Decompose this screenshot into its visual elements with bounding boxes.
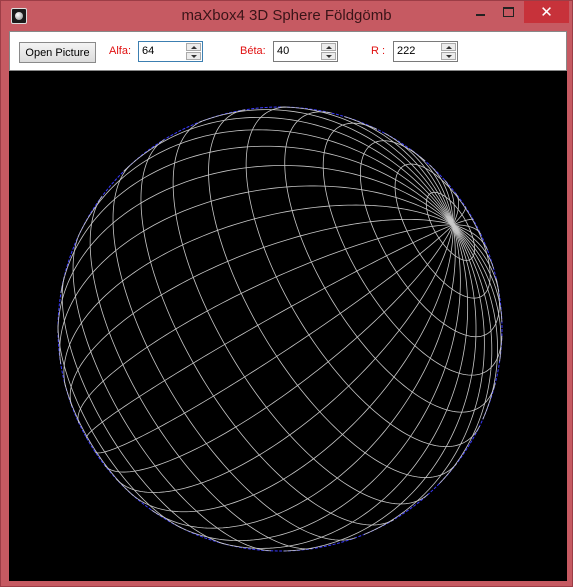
parallel-line (172, 120, 429, 505)
parallel-line (245, 106, 480, 448)
parallel-line (89, 196, 313, 550)
alfa-label: Alfa: (109, 45, 132, 57)
parallel-line (57, 324, 182, 528)
alfa-up-arrow-icon[interactable] (186, 43, 201, 51)
parallel-line (359, 140, 500, 338)
close-icon: ✕ (540, 4, 553, 21)
sphere-wireframe-grid (57, 106, 503, 552)
meridian-line (151, 224, 456, 529)
beta-up-arrow-icon[interactable] (321, 43, 336, 51)
parallel-line (140, 139, 394, 526)
meridian-line (116, 224, 454, 493)
beta-label: Béta: (240, 45, 266, 57)
beta-down-arrow-icon[interactable] (321, 52, 336, 60)
alfa-spinner-arrows (186, 43, 201, 60)
toolbar-panel: Open Picture Alfa: 64 Béta: 40 R : 222 (9, 31, 567, 71)
title-bar[interactable]: maXbox4 3D Sphere Földgömb ✕ (1, 1, 572, 31)
r-label: R : (371, 45, 386, 57)
app-window: maXbox4 3D Sphere Földgömb ✕ Open Pictur… (0, 0, 573, 587)
meridian-line (199, 109, 454, 225)
beta-spinner[interactable]: 40 (273, 41, 338, 62)
close-button[interactable]: ✕ (524, 1, 569, 23)
alfa-down-arrow-icon[interactable] (186, 52, 201, 60)
alfa-value[interactable]: 64 (142, 45, 154, 57)
maximize-button[interactable] (495, 1, 522, 23)
r-up-arrow-icon[interactable] (441, 43, 456, 51)
r-value[interactable]: 222 (397, 45, 415, 57)
r-spinner[interactable]: 222 (393, 41, 458, 62)
r-spinner-arrows (441, 43, 456, 60)
meridian-line (132, 224, 454, 513)
meridian-line (219, 224, 469, 549)
meridian-line (363, 224, 485, 535)
meridian-line (94, 224, 454, 454)
minimize-button[interactable] (467, 1, 494, 23)
maximize-icon (503, 7, 514, 17)
r-down-arrow-icon[interactable] (441, 52, 456, 60)
beta-value[interactable]: 40 (277, 45, 289, 57)
beta-spinner-arrows (321, 43, 336, 60)
sphere-canvas (9, 71, 567, 581)
alfa-spinner[interactable]: 64 (138, 41, 203, 62)
meridian-line (77, 224, 454, 423)
parallel-line (394, 163, 491, 299)
sphere-outline (57, 106, 503, 552)
open-picture-button[interactable]: Open Picture (19, 42, 96, 63)
open-picture-label: Open Picture (25, 46, 90, 59)
minimize-icon (476, 14, 485, 16)
client-area: Open Picture Alfa: 64 Béta: 40 R : 222 (9, 31, 567, 581)
meridian-line (104, 224, 454, 473)
parallel-line (63, 381, 134, 496)
parallel-line (112, 164, 356, 541)
